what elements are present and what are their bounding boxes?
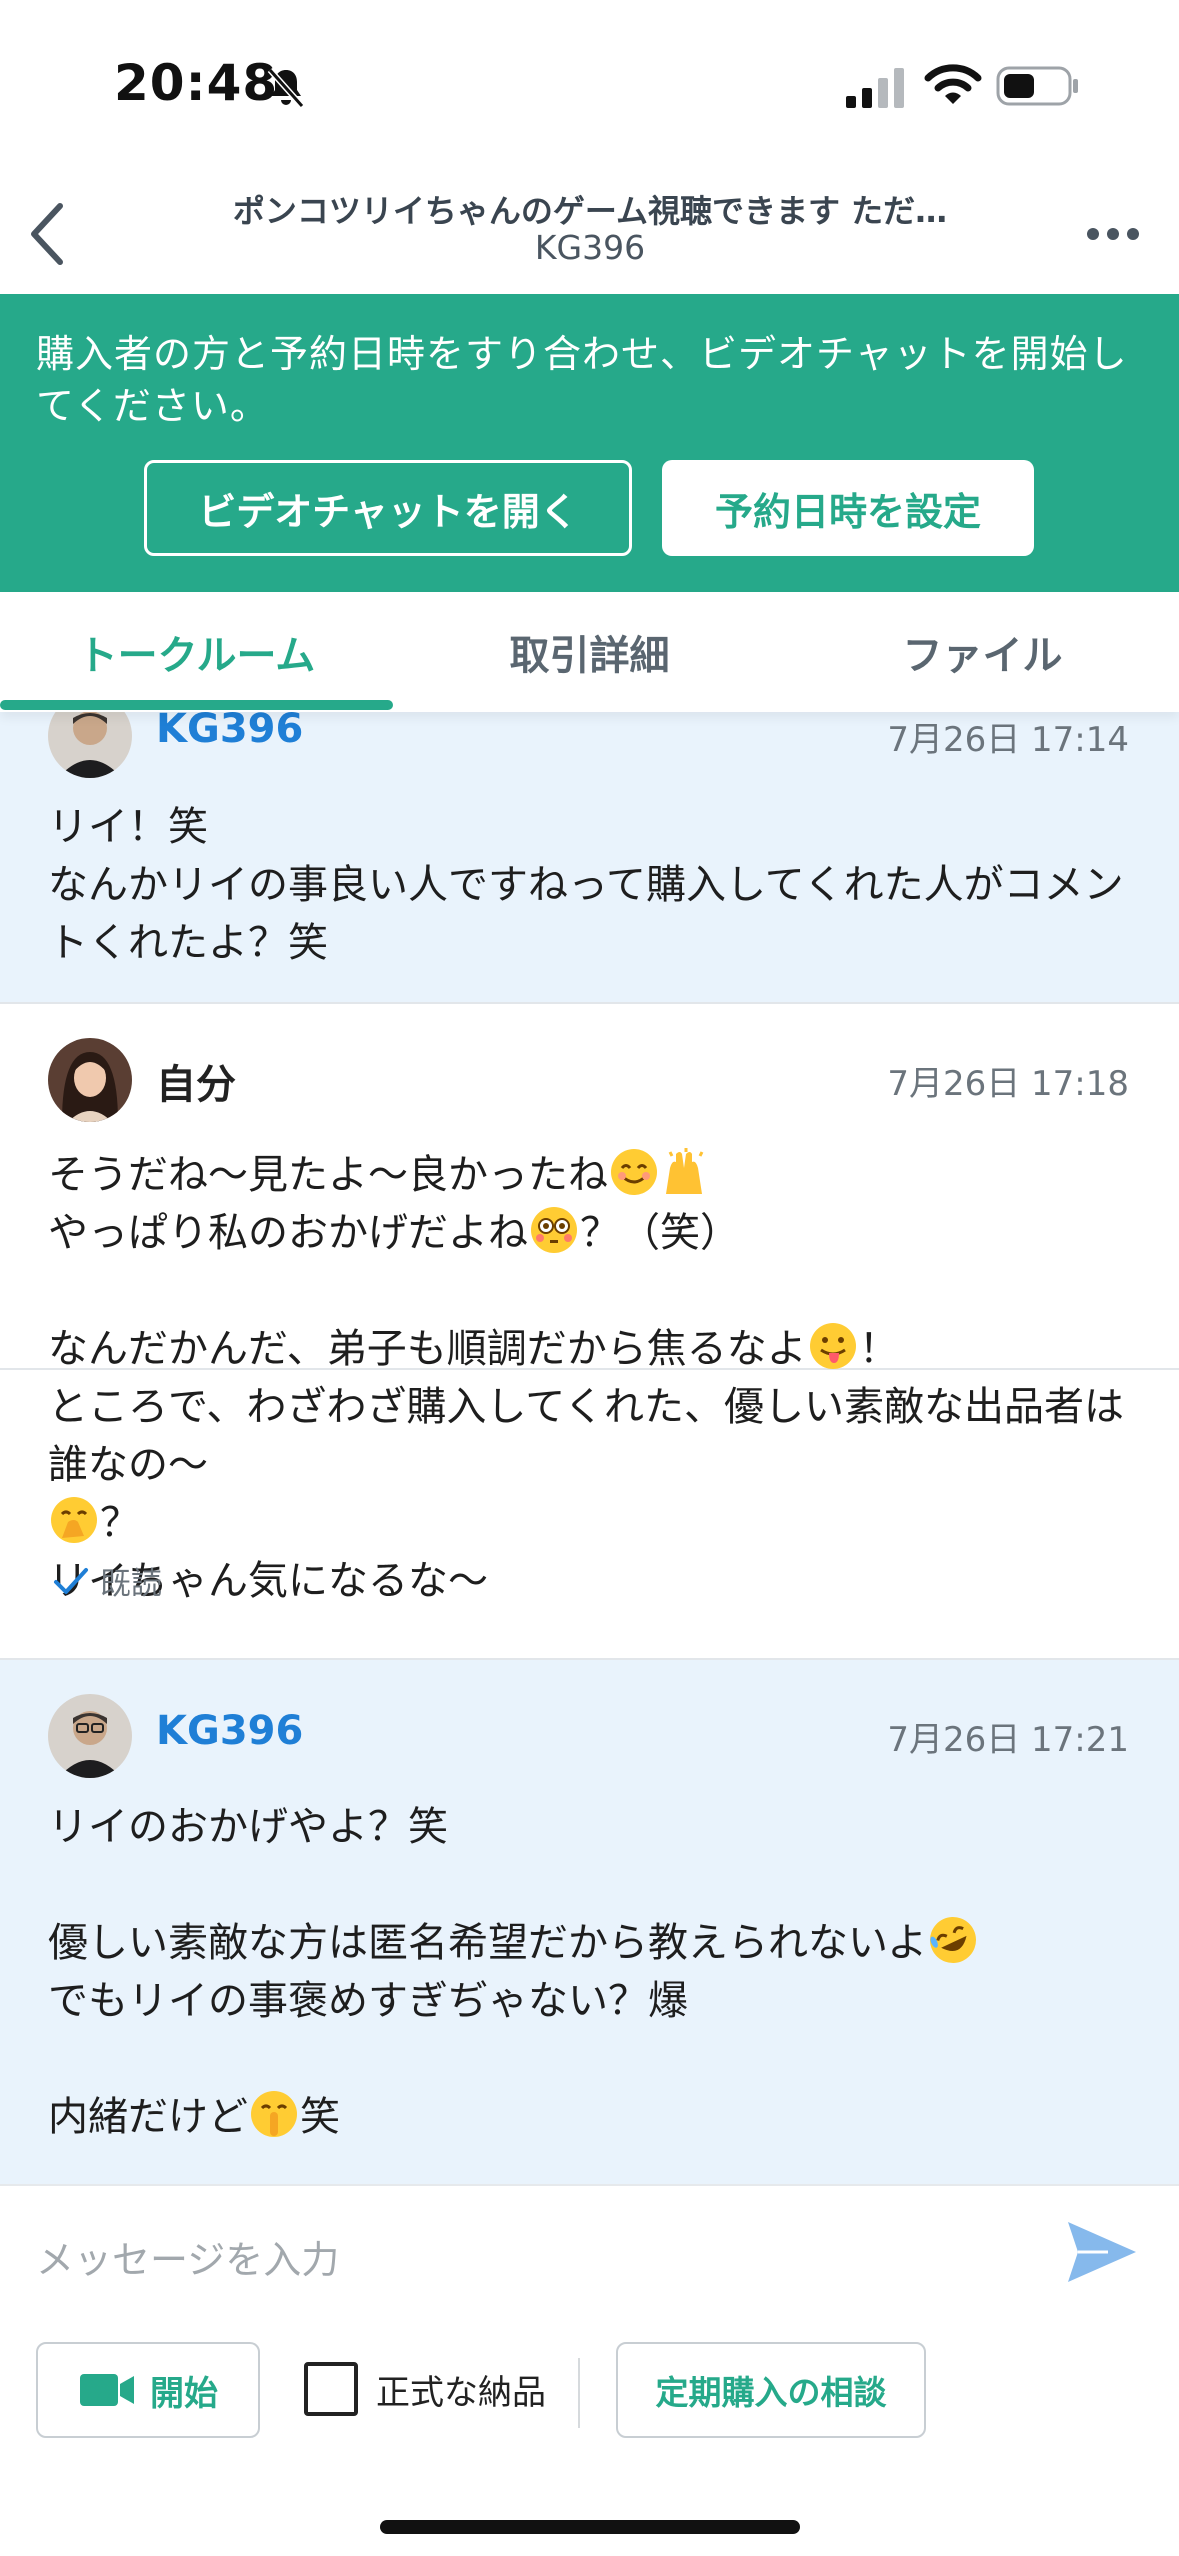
hand-over-mouth-icon xyxy=(51,1497,97,1543)
message-item: KG396 7月26日 17:21 リイのおかげやよ？笑 優しい素敵な方は匿名希… xyxy=(0,1660,1179,2184)
message-line: なんだかんだ、弟子も順調だから焦るなよ！ xyxy=(48,1320,1138,1378)
status-time: 20:48 xyxy=(114,54,279,112)
header-subtitle: KG396 xyxy=(534,228,646,267)
message-line: ところで、わざわざ購入してくれた、優しい素敵な出品者は誰なの〜 xyxy=(48,1384,1124,1488)
more-options-icon[interactable] xyxy=(1085,214,1141,254)
shushing-face-icon xyxy=(251,2091,297,2137)
video-camera-icon xyxy=(80,2374,134,2406)
tab-files[interactable]: ファイル xyxy=(786,592,1179,712)
header-title: ポンコツリイちゃんのゲーム視聴できます ただ… xyxy=(232,192,948,230)
message-body: そうだね〜見たよ〜良かったね やっぱり私のおかげだよね ？（笑） なんだかんだ、弟… xyxy=(48,1146,1138,1604)
message-body: リイのおかげやよ？笑 優しい素敵な方は匿名希望だから教えられないよ でもリイの事… xyxy=(48,1798,1138,2146)
bell-muted-icon xyxy=(267,68,305,108)
message-line xyxy=(48,1856,1138,1914)
battery-icon xyxy=(996,66,1078,106)
tab-transaction-details[interactable]: 取引詳細 xyxy=(393,592,786,712)
message-line: なんかリイの事良い人ですねって購入してくれた人がコメントくれたよ？笑 xyxy=(48,862,1124,966)
formal-delivery-label: 正式な納品 xyxy=(376,2372,546,2413)
composer: 開始 正式な納品 定期購入の相談 xyxy=(0,2184,1179,2556)
start-video-button[interactable]: 開始 xyxy=(36,2342,260,2438)
message-line: そうだね〜見たよ〜良かったね xyxy=(48,1146,1138,1204)
sender-name[interactable]: KG396 xyxy=(156,712,303,752)
rolling-laughing-icon xyxy=(930,1917,977,1963)
status-bar: 20:48 xyxy=(0,0,1179,170)
cellular-signal-icon xyxy=(846,68,904,108)
message-line: やっぱり私のおかげだよね ？（笑） xyxy=(48,1204,1138,1262)
message-line: リイのおかげやよ？笑 xyxy=(48,1804,448,1850)
message-input[interactable] xyxy=(36,2220,1016,2300)
tab-talk-room[interactable]: トークルーム xyxy=(0,592,393,712)
sender-name: 自分 xyxy=(156,1062,236,1108)
subscription-consult-button[interactable]: 定期購入の相談 xyxy=(616,2342,926,2438)
flushed-face-icon xyxy=(531,1207,577,1253)
message-line: でもリイの事褒めすぎぢゃない？爆 xyxy=(48,1978,688,2024)
banner-instruction: 購入者の方と予約日時をすり合わせ、ビデオチャットを開始してください。 xyxy=(36,332,1128,428)
message-time: 7月26日 17:21 xyxy=(887,1720,1129,1760)
start-label: 開始 xyxy=(150,2373,218,2414)
formal-delivery-checkbox[interactable] xyxy=(304,2362,358,2416)
raising-hands-icon xyxy=(666,1148,704,1194)
message-time: 7月26日 17:14 xyxy=(887,720,1129,760)
tab-bar: トークルーム 取引詳細 ファイル xyxy=(0,592,1179,712)
home-indicator xyxy=(380,2520,800,2534)
set-reservation-button[interactable]: 予約日時を設定 xyxy=(662,460,1034,556)
read-label: 既読 xyxy=(100,1566,162,1602)
message-line: リイ！笑 xyxy=(48,804,208,850)
smiling-face-icon xyxy=(611,1149,657,1195)
message-line xyxy=(48,2030,1138,2088)
tongue-face-icon xyxy=(809,1323,856,1369)
sender-name[interactable]: KG396 xyxy=(156,1708,303,1754)
header: ポンコツリイちゃんのゲーム視聴できます ただ… KG396 xyxy=(0,170,1179,294)
divider xyxy=(578,2358,580,2428)
message-line: ？ xyxy=(48,1494,1138,1552)
message-line xyxy=(48,1262,1138,1320)
read-receipt: 既読 xyxy=(52,1558,162,1603)
formal-delivery-toggle[interactable]: 正式な納品 xyxy=(304,2362,546,2416)
checkmark-icon xyxy=(54,1567,88,1594)
message-line: 内緒だけど笑 xyxy=(48,2088,1138,2146)
message-body: リイ！笑 なんかリイの事良い人ですねって購入してくれた人がコメントくれたよ？笑 xyxy=(48,798,1138,972)
avatar[interactable] xyxy=(48,1038,132,1122)
send-icon[interactable] xyxy=(1064,2214,1140,2290)
message-line: 優しい素敵な方は匿名希望だから教えられないよ xyxy=(48,1914,1138,1972)
message-line: リイちゃん気になるな〜 xyxy=(48,1558,488,1604)
chat-list[interactable]: KG396 7月26日 17:14 リイ！笑 なんかリイの事良い人ですねって購入… xyxy=(0,712,1179,2184)
message-item: KG396 7月26日 17:14 リイ！笑 なんかリイの事良い人ですねって購入… xyxy=(0,712,1179,1004)
video-chat-banner: 購入者の方と予約日時をすり合わせ、ビデオチャットを開始してください。 ビデオチャ… xyxy=(0,294,1179,592)
avatar[interactable] xyxy=(48,1694,132,1778)
wifi-icon xyxy=(924,64,982,104)
avatar[interactable] xyxy=(48,712,132,778)
message-time: 7月26日 17:18 xyxy=(887,1064,1129,1104)
open-video-chat-button[interactable]: ビデオチャットを開く xyxy=(144,460,632,556)
back-chevron-icon[interactable] xyxy=(22,194,78,274)
